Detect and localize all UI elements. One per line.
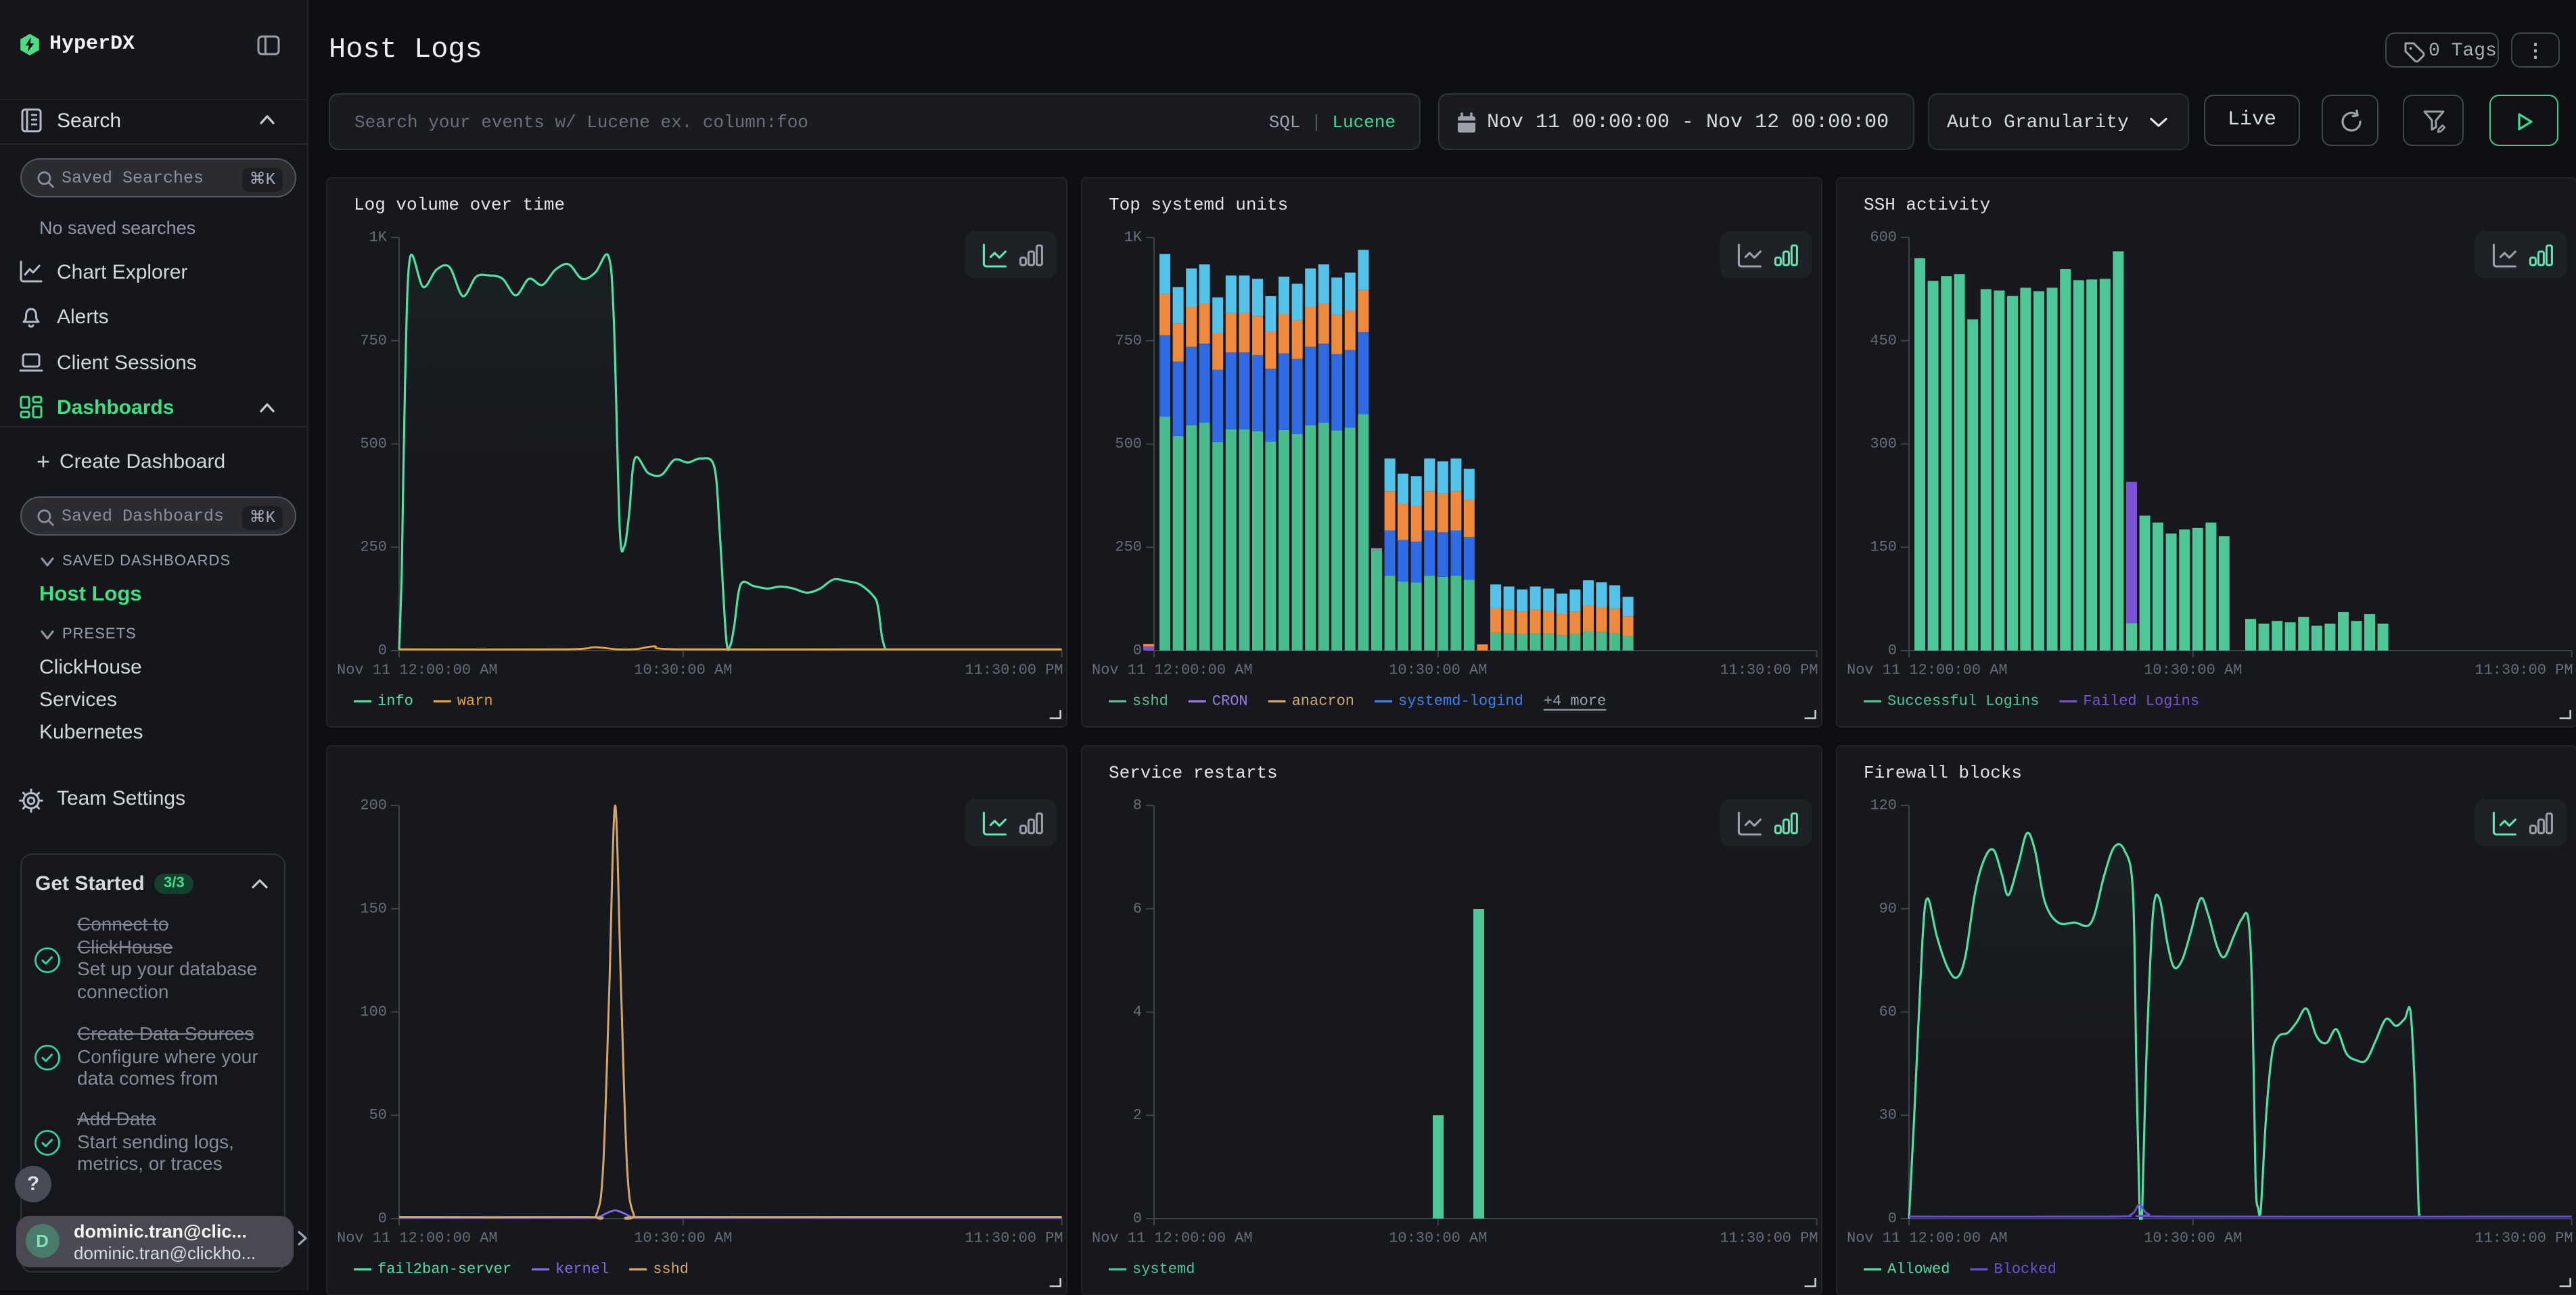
svg-text:11:30:00 PM: 11:30:00 PM [1720, 1229, 1818, 1246]
svg-text:Successful Logins: Successful Logins [1887, 693, 2039, 710]
svg-text:150: 150 [1870, 539, 1897, 556]
svg-text:Service restarts: Service restarts [1109, 762, 1278, 782]
svg-text:Nov 11 12:00:00 AM: Nov 11 12:00:00 AM [1847, 1229, 2008, 1246]
svg-text:8: 8 [1133, 797, 1142, 814]
svg-text:50: 50 [369, 1106, 387, 1123]
svg-text:+4 more: +4 more [1544, 693, 1606, 710]
svg-text:750: 750 [361, 332, 388, 349]
svg-text:100: 100 [361, 1003, 388, 1020]
svg-text:0: 0 [1133, 642, 1142, 659]
svg-text:systemd-logind: systemd-logind [1398, 693, 1523, 710]
svg-text:10:30:00 AM: 10:30:00 AM [1389, 662, 1487, 679]
svg-text:150: 150 [361, 899, 388, 916]
svg-text:SSH activity: SSH activity [1864, 195, 1990, 215]
svg-text:11:30:00 PM: 11:30:00 PM [2475, 1229, 2573, 1246]
svg-text:1K: 1K [369, 229, 388, 246]
svg-text:sshd: sshd [653, 1261, 689, 1277]
svg-text:warn: warn [457, 693, 493, 710]
svg-text:200: 200 [361, 797, 388, 814]
svg-text:Nov 11 12:00:00 AM: Nov 11 12:00:00 AM [1847, 662, 2008, 679]
svg-text:systemd: systemd [1132, 1261, 1195, 1277]
svg-text:Log volume over time: Log volume over time [354, 195, 566, 215]
svg-text:10:30:00 AM: 10:30:00 AM [635, 662, 733, 679]
svg-text:60: 60 [1879, 1003, 1896, 1020]
svg-text:600: 600 [1870, 229, 1897, 246]
svg-text:Nov 11 12:00:00 AM: Nov 11 12:00:00 AM [338, 662, 499, 679]
svg-text:30: 30 [1879, 1106, 1896, 1123]
svg-text:10:30:00 AM: 10:30:00 AM [2144, 662, 2242, 679]
svg-text:kernel: kernel [556, 1261, 610, 1277]
svg-text:Nov 11 12:00:00 AM: Nov 11 12:00:00 AM [1092, 1229, 1253, 1246]
svg-text:CRON: CRON [1212, 693, 1248, 710]
svg-text:anacron: anacron [1292, 693, 1354, 710]
svg-text:11:30:00 PM: 11:30:00 PM [2475, 662, 2573, 679]
svg-text:10:30:00 AM: 10:30:00 AM [635, 1229, 733, 1246]
svg-text:2: 2 [1133, 1106, 1142, 1123]
svg-text:250: 250 [1115, 539, 1142, 556]
svg-text:300: 300 [1870, 435, 1897, 452]
svg-text:1K: 1K [1124, 229, 1143, 246]
svg-text:250: 250 [361, 539, 388, 556]
svg-text:Nov 11 12:00:00 AM: Nov 11 12:00:00 AM [1092, 662, 1253, 679]
svg-text:10:30:00 AM: 10:30:00 AM [1389, 1229, 1487, 1246]
svg-text:0: 0 [1887, 642, 1896, 659]
svg-text:11:30:00 PM: 11:30:00 PM [1720, 662, 1818, 679]
svg-text:10:30:00 AM: 10:30:00 AM [2144, 1229, 2242, 1246]
svg-text:Firewall blocks: Firewall blocks [1864, 762, 2022, 782]
svg-text:120: 120 [1870, 797, 1897, 814]
svg-text:11:30:00 PM: 11:30:00 PM [965, 662, 1063, 679]
svg-text:750: 750 [1115, 332, 1142, 349]
svg-text:500: 500 [361, 435, 388, 452]
svg-text:11:30:00 PM: 11:30:00 PM [965, 1229, 1063, 1246]
svg-text:Failed Logins: Failed Logins [2083, 693, 2199, 710]
svg-text:450: 450 [1870, 332, 1897, 349]
svg-text:0: 0 [378, 1210, 387, 1227]
svg-text:sshd: sshd [1132, 693, 1168, 710]
svg-text:4: 4 [1133, 1003, 1142, 1020]
svg-text:6: 6 [1133, 899, 1142, 916]
svg-text:500: 500 [1115, 435, 1142, 452]
svg-text:Allowed: Allowed [1887, 1261, 1950, 1277]
svg-text:Blocked: Blocked [1994, 1261, 2056, 1277]
svg-text:fail2ban-server: fail2ban-server [378, 1261, 512, 1277]
svg-text:0: 0 [378, 642, 387, 659]
svg-text:0: 0 [1133, 1210, 1142, 1227]
svg-text:90: 90 [1879, 899, 1896, 916]
svg-text:0: 0 [1887, 1210, 1896, 1227]
svg-text:Top systemd units: Top systemd units [1109, 195, 1288, 215]
svg-text:info: info [378, 693, 414, 710]
svg-text:Nov 11 12:00:00 AM: Nov 11 12:00:00 AM [338, 1229, 499, 1246]
